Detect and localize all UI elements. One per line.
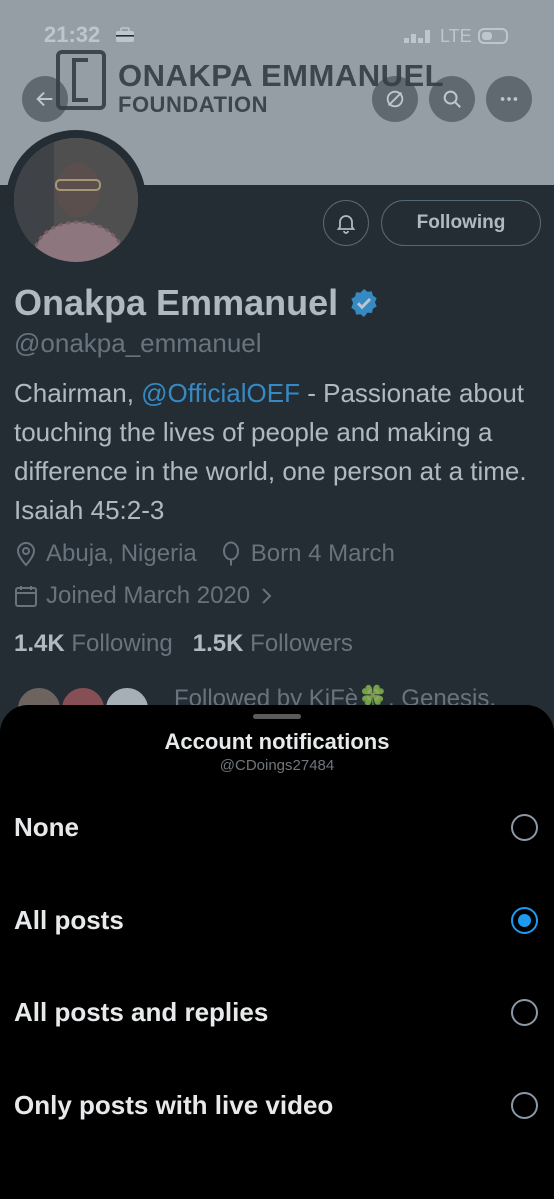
option-label: None [14, 811, 79, 842]
account-notifications-sheet: Account notifications @CDoings27484 None… [0, 705, 554, 1199]
radio-unselected-icon[interactable] [511, 998, 538, 1026]
sheet-grabber-handle[interactable] [253, 714, 301, 719]
sheet-title: Account notifications [164, 729, 390, 754]
sheet-subtitle: @CDoings27484 [219, 757, 335, 774]
option-live-video-only[interactable]: Only posts with live video [0, 1065, 554, 1145]
radio-unselected-icon[interactable] [511, 813, 538, 841]
radio-selected-icon[interactable] [511, 906, 538, 934]
option-all-posts-and-replies[interactable]: All posts and replies [0, 972, 554, 1052]
option-label: Only posts with live video [14, 1089, 334, 1120]
radio-unselected-icon[interactable] [511, 1091, 538, 1119]
option-label: All posts [14, 904, 124, 935]
option-none[interactable]: None [0, 787, 554, 867]
option-label: All posts and replies [14, 996, 269, 1027]
option-all-posts[interactable]: All posts [0, 880, 554, 960]
